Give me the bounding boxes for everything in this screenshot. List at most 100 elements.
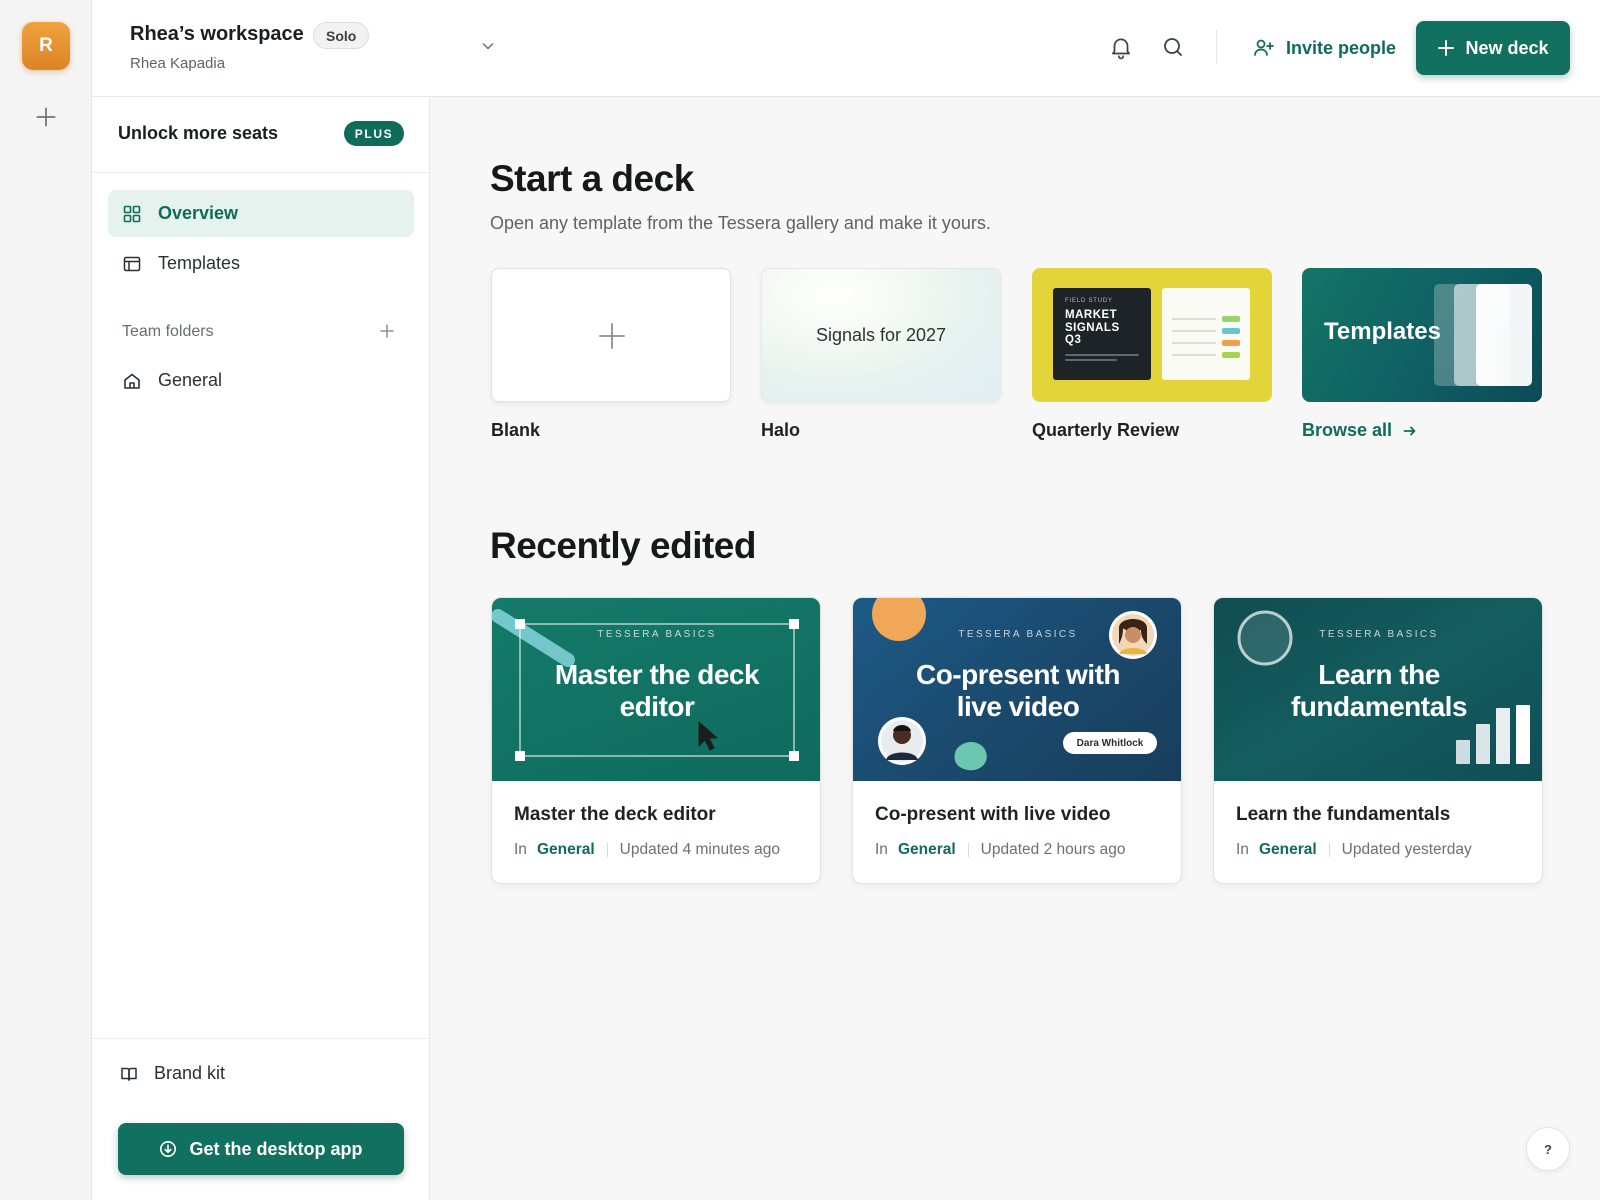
deck-folder-link[interactable]: General xyxy=(1259,841,1317,859)
search-icon[interactable] xyxy=(1161,35,1185,59)
deck-updated: Updated 2 hours ago xyxy=(980,841,1126,858)
top-header: Rhea’s workspace Solo Rhea Kapadia Invit… xyxy=(92,0,1600,97)
deck-title: Co-present with live video xyxy=(875,804,1111,825)
browse-all-label: Browse all xyxy=(1302,420,1393,440)
deck-folder-link[interactable]: General xyxy=(537,841,595,859)
deck-in-label: In xyxy=(875,841,888,858)
deck-kicker: TESSERA BASICS xyxy=(597,629,717,640)
arrow-right-icon xyxy=(1402,423,1418,439)
deck-updated: Updated yesterday xyxy=(1341,841,1472,858)
brand-kit-link[interactable]: Brand kit xyxy=(120,1063,225,1084)
qr-chip xyxy=(1222,328,1240,334)
brand-kit-label: Brand kit xyxy=(154,1063,226,1083)
new-deck-button[interactable]: New deck xyxy=(1416,21,1570,75)
qr-line xyxy=(1065,359,1117,361)
template-label-halo: Halo xyxy=(761,420,801,440)
deck-thumb-title: Master the deck editor xyxy=(554,659,760,722)
plus-icon xyxy=(598,322,626,350)
user-plus-icon xyxy=(1252,36,1276,60)
recently-edited-heading: Recently edited xyxy=(490,525,756,566)
qr-chip xyxy=(1222,316,1240,322)
deck-thumb-title: Co-present with live video xyxy=(915,659,1121,722)
deck-card-fundamentals[interactable]: TESSERA BASICS Learn the fundamentals Le… xyxy=(1213,597,1543,884)
template-card-quarterly-review[interactable]: FIELD STUDY MARKET SIGNALS Q3 xyxy=(1032,268,1272,402)
plus-icon xyxy=(1437,39,1455,57)
deck-card-co-present[interactable]: TESSERA BASICS Co-present with live vide… xyxy=(852,597,1182,884)
presenter-name-tag: Dara Whitlock xyxy=(1076,737,1144,749)
sidebar-item-overview[interactable]: Overview xyxy=(108,190,414,237)
qr-line xyxy=(1065,354,1139,356)
meta-separator xyxy=(1328,843,1330,857)
plan-badge: Solo xyxy=(313,22,370,49)
template-label-blank: Blank xyxy=(491,420,541,440)
deck-kicker: TESSERA BASICS xyxy=(958,629,1078,640)
book-icon xyxy=(120,1065,138,1083)
workspace-avatar[interactable]: R xyxy=(22,22,70,70)
unlock-seats-link[interactable]: Unlock more seats xyxy=(118,123,278,144)
qr-kicker: FIELD STUDY xyxy=(1065,298,1113,304)
add-folder-icon[interactable] xyxy=(378,322,396,340)
sidebar-divider xyxy=(92,172,429,173)
halo-thumb-text: Signals for 2027 xyxy=(815,325,947,345)
workspace-rail: R xyxy=(0,0,92,1200)
deck-title: Master the deck editor xyxy=(514,804,716,825)
help-button[interactable]: ? xyxy=(1526,1127,1570,1171)
home-icon xyxy=(122,371,142,391)
template-card-halo[interactable]: Signals for 2027 xyxy=(761,268,1001,402)
qr-row xyxy=(1172,342,1216,344)
plus-badge[interactable]: PLUS xyxy=(344,121,404,146)
grid-icon xyxy=(122,204,142,224)
get-desktop-app-button[interactable]: Get the desktop app xyxy=(118,1123,404,1175)
qr-row xyxy=(1172,330,1216,332)
start-deck-heading: Start a deck xyxy=(490,158,694,199)
meta-separator xyxy=(967,843,969,857)
invite-people-button[interactable]: Invite people xyxy=(1252,32,1396,64)
header-divider xyxy=(1216,30,1217,64)
sidebar-item-templates[interactable]: Templates xyxy=(108,240,414,287)
deck-thumbnail: TESSERA BASICS Master the deck editor xyxy=(492,598,820,781)
deck-thumbnail: TESSERA BASICS Co-present with live vide… xyxy=(853,598,1181,781)
deck-in-label: In xyxy=(1236,841,1249,858)
workspace-title[interactable]: Rhea’s workspace xyxy=(130,23,304,46)
qr-row xyxy=(1172,318,1216,320)
sidebar-item-label: Overview xyxy=(158,203,239,223)
plus-icon[interactable] xyxy=(33,104,59,130)
stack-page xyxy=(1476,284,1532,386)
layout-icon xyxy=(122,254,142,274)
sidebar-item-general[interactable]: General xyxy=(108,357,414,404)
deck-meta: In General Updated 4 minutes ago xyxy=(514,841,780,859)
meta-separator xyxy=(606,843,608,857)
deck-title: Learn the fundamentals xyxy=(1236,804,1451,825)
qr-row xyxy=(1172,354,1216,356)
chevron-down-icon[interactable] xyxy=(480,38,496,54)
desktop-app-label: Get the desktop app xyxy=(189,1138,363,1159)
browse-all-link[interactable]: Browse all xyxy=(1302,420,1418,441)
sidebar-divider xyxy=(92,1038,429,1039)
download-icon xyxy=(159,1140,177,1158)
qr-dark-slide: FIELD STUDY MARKET SIGNALS Q3 xyxy=(1053,288,1151,380)
qr-chip xyxy=(1222,352,1240,358)
deck-card-master-editor[interactable]: TESSERA BASICS Master the deck editor Ma… xyxy=(491,597,821,884)
deck-thumb-title: Learn the fundamentals xyxy=(1290,659,1468,722)
deck-updated: Updated 4 minutes ago xyxy=(619,841,780,858)
sidebar-item-label: Templates xyxy=(158,253,241,273)
deck-in-label: In xyxy=(514,841,527,858)
template-card-blank[interactable] xyxy=(491,268,731,402)
start-deck-subtitle: Open any template from the Tessera galle… xyxy=(490,213,991,233)
qr-chip xyxy=(1222,340,1240,346)
deck-kicker: TESSERA BASICS xyxy=(1319,629,1439,640)
team-folders-heading: Team folders xyxy=(122,323,214,340)
templates-thumb-text: Templates xyxy=(1324,318,1441,345)
bell-icon[interactable] xyxy=(1108,34,1134,60)
qr-title: MARKET SIGNALS Q3 xyxy=(1065,309,1120,346)
deck-folder-link[interactable]: General xyxy=(898,841,956,859)
invite-label: Invite people xyxy=(1286,37,1397,58)
deck-meta: In General Updated yesterday xyxy=(1236,841,1472,859)
qr-light-slide xyxy=(1162,288,1250,380)
template-card-templates[interactable]: Templates xyxy=(1302,268,1542,402)
sidebar-item-label: General xyxy=(158,370,223,390)
deck-thumbnail: TESSERA BASICS Learn the fundamentals xyxy=(1214,598,1542,781)
new-deck-label: New deck xyxy=(1465,37,1549,58)
user-name: Rhea Kapadia xyxy=(130,55,226,72)
template-label-quarterly-review: Quarterly Review xyxy=(1032,420,1180,440)
